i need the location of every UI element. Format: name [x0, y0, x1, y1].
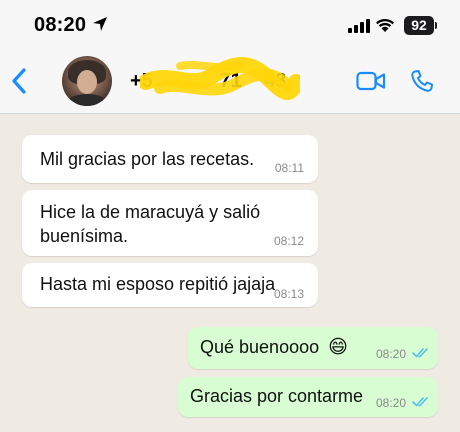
message-text: Hice la de maracuyá y salió buenísima. — [40, 200, 260, 248]
message-bubble-incoming[interactable]: Hasta mi esposo repitió jajaja 08:13 — [22, 263, 318, 307]
location-arrow-icon — [93, 17, 107, 31]
message-time: 08:13 — [273, 287, 304, 301]
battery-nub — [435, 22, 437, 29]
message-bubble-outgoing[interactable]: Gracias por contarme 08:20 — [178, 377, 438, 417]
back-chevron-icon[interactable] — [8, 67, 30, 95]
redaction-scribble — [140, 57, 300, 100]
message-text-line: Hice la de maracuyá y salió — [40, 202, 261, 222]
message-text: Qué buenoooo 😄 — [200, 335, 348, 360]
battery-level: 92 — [411, 17, 427, 33]
phone-call-icon[interactable] — [410, 69, 434, 93]
message-time: 08:12 — [273, 234, 304, 248]
message-text: Hasta mi esposo repitió jajaja — [40, 274, 276, 294]
message-bubble-incoming[interactable]: Hice la de maracuyá y salió buenísima. 0… — [22, 190, 318, 256]
wifi-icon — [376, 18, 394, 32]
message-time: 08:11 — [274, 161, 304, 175]
message-time: 08:20 — [375, 347, 406, 361]
message-time: 08:20 — [375, 396, 406, 410]
message-text-line: buenísima. — [40, 226, 129, 246]
message-text-line: Qué buenoooo — [200, 337, 320, 357]
emoji-grinning-icon: 😄 — [328, 337, 348, 358]
battery-icon: 92 — [404, 16, 434, 35]
signal-icon — [348, 19, 370, 33]
read-receipt-icon — [412, 348, 428, 358]
status-time: 08:20 — [34, 14, 87, 36]
message-bubble-incoming[interactable]: Mil gracias por las recetas. 08:11 — [22, 135, 318, 183]
chat-header: +5 71 48 — [0, 48, 460, 114]
message-text: Gracias por contarme — [190, 386, 364, 406]
video-call-icon[interactable] — [356, 71, 386, 91]
message-bubble-outgoing[interactable]: Qué buenoooo 😄 08:20 — [188, 327, 438, 369]
read-receipt-icon — [412, 397, 428, 407]
status-bar: 08:20 92 — [0, 0, 460, 48]
avatar[interactable] — [62, 56, 112, 106]
chat-area[interactable]: Mil gracias por las recetas. 08:11 Hice … — [0, 115, 460, 432]
message-text: Mil gracias por las recetas. — [40, 149, 255, 169]
